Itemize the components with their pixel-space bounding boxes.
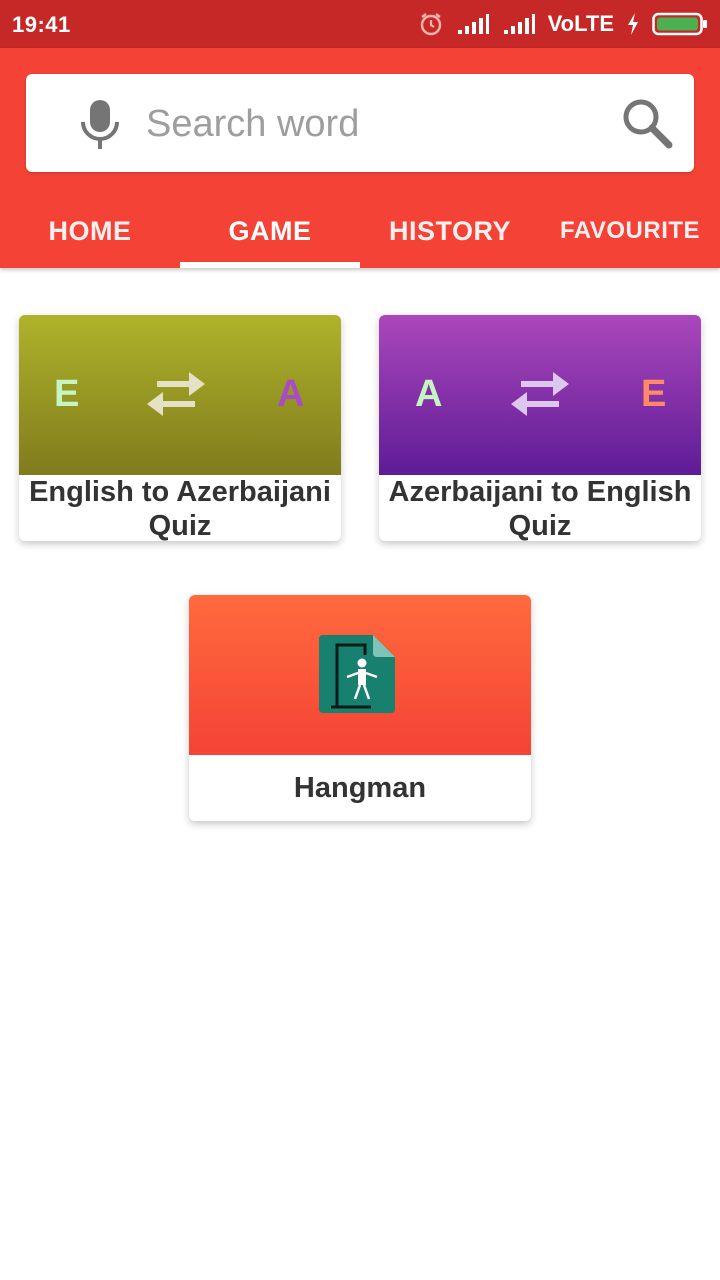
hangman-card[interactable]: Hangman (189, 595, 531, 821)
source-letter: E (54, 373, 80, 415)
card-title: English to Azerbaijani Quiz (29, 476, 331, 541)
card-banner: E A (19, 315, 341, 475)
tab-bar: HOME GAME HISTORY FAVOURITE (0, 194, 720, 268)
status-bar: 19:41 VoLTE (0, 0, 720, 48)
card-title: Hangman (293, 772, 427, 804)
card-title: Azerbaijani to English Quiz (388, 476, 692, 541)
tab-home[interactable]: HOME (0, 194, 180, 268)
tab-game[interactable]: GAME (180, 194, 360, 268)
swap-arrows-icon (147, 372, 205, 416)
target-letter: E (641, 373, 667, 415)
card-banner (189, 595, 531, 755)
card-banner: A E (379, 315, 701, 475)
hangman-icon (319, 635, 395, 713)
tab-favourite[interactable]: FAVOURITE (540, 194, 720, 268)
mic-icon[interactable] (74, 98, 126, 150)
english-to-azerbaijani-quiz-card[interactable]: E A English to Azerbaijani Quiz (19, 315, 341, 541)
azerbaijani-to-english-quiz-card[interactable]: A E Azerbaijani to English Quiz (379, 315, 701, 541)
signal-icon (503, 14, 535, 34)
app-bar: HOME GAME HISTORY FAVOURITE (0, 48, 720, 268)
search-input[interactable] (146, 98, 616, 150)
signal-icon (457, 14, 489, 34)
source-letter: A (415, 373, 443, 415)
status-time: 19:41 (12, 12, 71, 37)
battery-icon (652, 12, 707, 36)
search-bar (26, 74, 694, 172)
alarm-icon (420, 13, 441, 36)
target-letter: A (277, 373, 305, 415)
status-icons: VoLTE (418, 10, 708, 38)
swap-arrows-icon (511, 372, 569, 416)
search-icon[interactable] (620, 96, 674, 150)
charging-icon (628, 13, 638, 35)
tab-history[interactable]: HISTORY (360, 194, 540, 268)
network-type: VoLTE (547, 11, 614, 36)
